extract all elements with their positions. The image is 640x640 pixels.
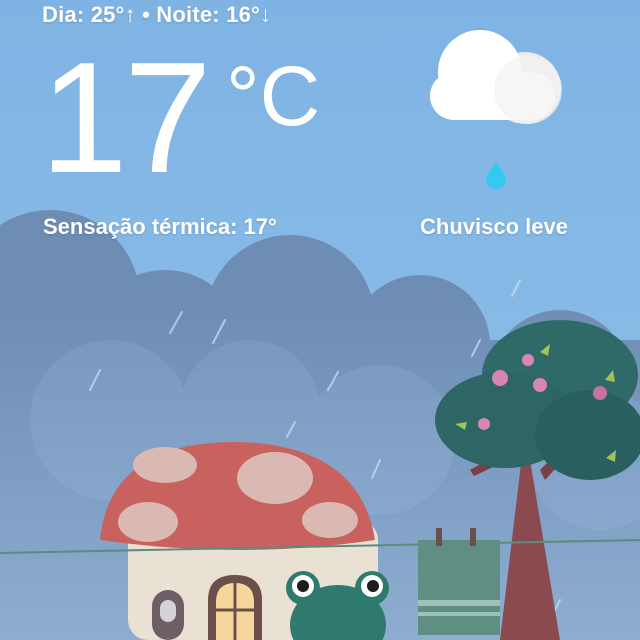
day-night-temperatures: Dia: 25°↑ • Noite: 16°↓ [42,2,271,28]
night-temp: 16° [226,2,261,27]
feels-like-text: Sensação térmica: 17° [43,214,277,239]
towel [418,528,500,635]
arrow-up-icon: ↑ [124,2,136,27]
condition-text: Chuvisco leve [420,214,568,239]
cloud-icon [430,30,562,124]
light-drizzle-icon [430,30,562,189]
separator-dot: • [142,2,150,27]
current-temperature[interactable]: 17 [40,38,212,198]
day-temp: 25° [90,2,125,27]
temperature-unit[interactable]: °C [226,48,320,144]
night-label: Noite: [156,2,220,27]
raindrop-icon [486,162,506,189]
day-label: Dia: [42,2,85,27]
arrow-down-icon: ↓ [260,2,272,27]
